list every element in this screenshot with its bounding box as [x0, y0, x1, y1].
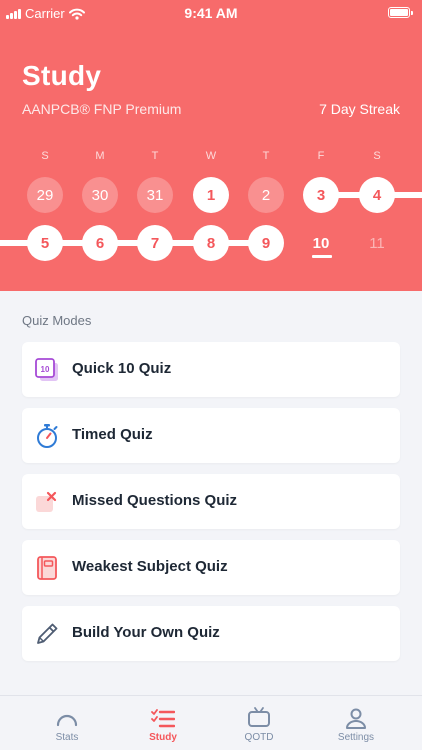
tab-label: Study — [149, 732, 177, 743]
gauge-icon — [56, 714, 78, 727]
quick-10-quiz-card[interactable]: 10 Quick 10 Quiz — [22, 342, 400, 397]
page-title: Study — [22, 60, 102, 91]
calendar-day[interactable]: 8 — [193, 225, 229, 261]
quiz-mode-label: Quick 10 Quiz — [72, 360, 172, 377]
battery-icon — [388, 7, 413, 18]
calendar-day[interactable]: 3 — [303, 177, 339, 213]
calendar-day[interactable]: 4 — [359, 177, 395, 213]
missed-x-icon — [36, 491, 57, 512]
weekday-label: T — [151, 150, 159, 162]
section-title: Quiz Modes — [22, 313, 92, 328]
calendar-day[interactable]: 6 — [82, 225, 118, 261]
weakest-subject-quiz-card[interactable]: Weakest Subject Quiz — [22, 540, 400, 595]
tab-settings[interactable]: Settings — [306, 696, 406, 750]
calendar-day[interactable]: 11 — [359, 225, 395, 261]
person-icon — [346, 708, 366, 729]
pencil-icon — [37, 623, 58, 644]
calendar-day[interactable]: 7 — [137, 225, 173, 261]
calendar-day[interactable]: 9 — [248, 225, 284, 261]
study-header: Carrier 9:41 AM Study AANPCB® FNP Premiu… — [0, 0, 422, 291]
tv-icon — [248, 707, 270, 727]
weekday-label: F — [317, 150, 325, 162]
weekday-label: S — [373, 150, 381, 162]
calendar-day[interactable]: 29 — [27, 177, 63, 213]
notebook-icon — [37, 556, 57, 580]
weekday-label: M — [95, 150, 105, 162]
status-time: 9:41 AM — [184, 5, 238, 21]
build-your-own-quiz-card[interactable]: Build Your Own Quiz — [22, 606, 400, 661]
streak-label: 7 Day Streak — [319, 101, 400, 117]
tab-study[interactable]: Study — [113, 696, 213, 750]
quick-10-badge: 10 — [41, 365, 50, 374]
tab-label: Settings — [337, 732, 375, 743]
today-indicator — [312, 255, 332, 258]
quiz-mode-label: Weakest Subject Quiz — [72, 558, 228, 575]
weekday-label: W — [205, 150, 217, 162]
quick-10-icon: 10 — [35, 358, 58, 381]
tab-qotd[interactable]: QOTD — [209, 696, 309, 750]
calendar-day[interactable]: 5 — [27, 225, 63, 261]
tab-bar: Stats Study QOTD Settings — [0, 695, 422, 750]
tab-stats[interactable]: Stats — [17, 696, 117, 750]
quiz-mode-label: Build Your Own Quiz — [72, 624, 220, 641]
weekday-label: T — [262, 150, 270, 162]
tab-label: QOTD — [244, 732, 274, 743]
calendar-day[interactable]: 31 — [137, 177, 173, 213]
stopwatch-icon — [37, 424, 58, 448]
calendar-day[interactable]: 1 — [193, 177, 229, 213]
quiz-mode-label: Missed Questions Quiz — [72, 492, 238, 509]
status-bar: Carrier 9:41 AM — [0, 0, 422, 28]
calendar-day[interactable]: 30 — [82, 177, 118, 213]
weekday-label: S — [41, 150, 49, 162]
missed-questions-quiz-card[interactable]: Missed Questions Quiz — [22, 474, 400, 529]
tab-label: Stats — [55, 732, 79, 743]
calendar-day[interactable]: 2 — [248, 177, 284, 213]
quiz-mode-label: Timed Quiz — [72, 426, 153, 443]
checklist-icon — [151, 709, 175, 728]
timed-quiz-card[interactable]: Timed Quiz — [22, 408, 400, 463]
subscription-name: AANPCB® FNP Premium — [22, 101, 182, 117]
